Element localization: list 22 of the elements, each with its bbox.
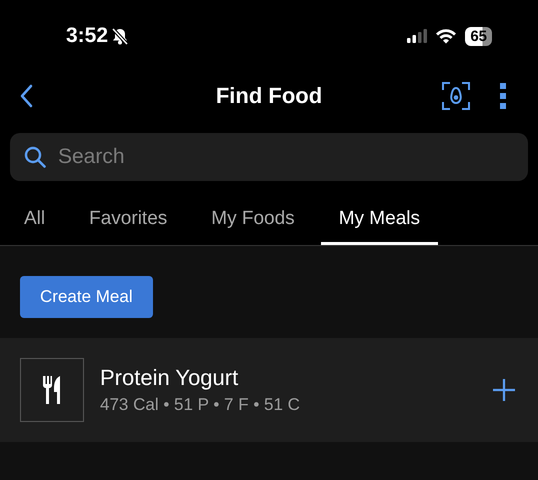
scan-button[interactable] xyxy=(442,82,470,110)
tab[interactable]: All xyxy=(6,200,64,245)
battery-level: 65 xyxy=(465,26,492,46)
back-icon xyxy=(20,84,34,108)
search-field[interactable]: Search xyxy=(10,133,528,181)
back-button[interactable] xyxy=(20,84,34,108)
signal-icon xyxy=(407,29,428,43)
meal-row[interactable]: Protein Yogurt 473 Cal • 51 P • 7 F • 51 C xyxy=(0,338,538,442)
meal-name: Protein Yogurt xyxy=(100,365,240,391)
meal-details: 473 Cal • 51 P • 7 F • 51 C xyxy=(100,395,301,415)
more-button[interactable] xyxy=(500,83,506,109)
plus-icon xyxy=(492,378,516,402)
add-button[interactable] xyxy=(492,378,516,402)
status-time: 3:52 xyxy=(66,24,108,48)
wifi-icon xyxy=(435,28,458,44)
create-meal-button[interactable]: Create Meal xyxy=(20,276,153,318)
screen-title: Find Food xyxy=(216,83,322,109)
tab[interactable]: Favorites xyxy=(71,200,186,245)
scan-icon xyxy=(442,82,470,110)
tab[interactable]: My Foods xyxy=(193,200,313,245)
fork-knife-icon xyxy=(42,376,62,404)
more-icon xyxy=(500,83,506,109)
